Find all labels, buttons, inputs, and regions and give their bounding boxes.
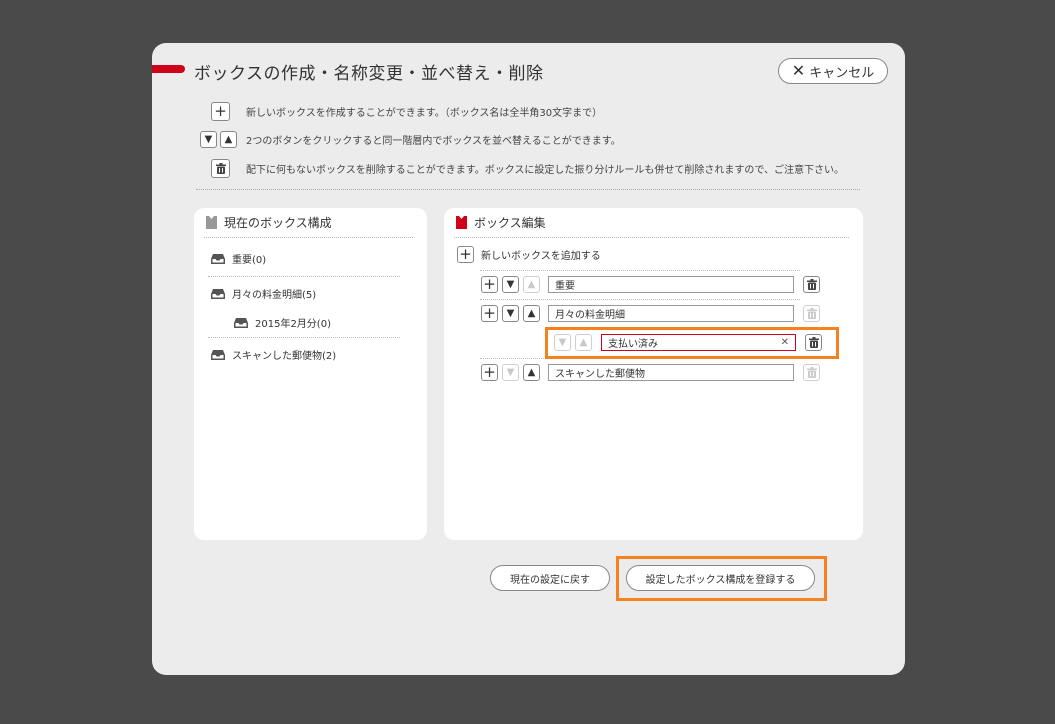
divider [480,299,800,300]
tree-item: 重要(0) [211,251,266,266]
edit-row: + ▼ ▲ 重要 [481,276,820,293]
inbox-tray-icon [211,288,225,299]
divider [208,276,400,277]
help-sort-row: ▼ ▲ 2つのボタンをクリックすると同一階層内でボックスを並べ替えることができま… [200,131,621,148]
tree-item-label: 重要(0) [232,255,267,266]
help-add-row: + 新しいボックスを作成することができます。（ボックス名は全半角30文字まで） [211,102,602,121]
plus-icon[interactable]: + [457,246,474,263]
move-down-button: ▼ [502,364,519,381]
box-name-input[interactable]: スキャンした郵便物 [548,364,794,381]
tree-item-label: 2015年2月分(0) [255,319,331,330]
add-child-button[interactable]: + [481,305,498,322]
trash-icon [806,367,817,378]
delete-button [803,364,820,381]
delete-button [803,305,820,322]
add-new-box-label: 新しいボックスを追加する [481,251,601,262]
current-structure-panel: 現在のボックス構成 重要(0) 月々の料金明細(5) 2015年2月分(0) ス… [194,208,427,540]
box-edit-panel: ボックス編集 + 新しいボックスを追加する + ▼ ▲ 重要 + ▼ ▲ 月々の… [444,208,863,540]
tree-item: 月々の料金明細(5) [211,286,316,301]
add-child-button[interactable]: + [481,276,498,293]
cancel-button[interactable]: ✕ キャンセル [778,58,888,84]
box-gray-icon [206,216,217,229]
reset-button[interactable]: 現在の設定に戻す [490,565,610,591]
focus-highlight [545,327,839,359]
tree-item: スキャンした郵便物(2) [211,347,336,362]
help-add-text: 新しいボックスを作成することができます。（ボックス名は全半角30文字まで） [246,108,603,119]
move-down-button[interactable]: ▼ [502,305,519,322]
box-edit-title: ボックス編集 [474,216,546,230]
current-structure-header: 現在のボックス構成 [206,214,332,231]
divider [208,337,400,338]
arrow-down-icon: ▼ [200,131,217,148]
help-delete-text: 配下に何もないボックスを削除することができます。ボックスに設定した振り分けルール… [246,165,844,176]
move-down-button[interactable]: ▼ [502,276,519,293]
divider [480,270,800,271]
arrow-up-icon: ▲ [220,131,237,148]
edit-row: + ▼ ▲ 月々の料金明細 [481,305,820,322]
current-structure-title: 現在のボックス構成 [224,216,332,230]
add-new-box-row[interactable]: + 新しいボックスを追加する [457,246,601,263]
divider [454,237,849,238]
cancel-label: キャンセル [809,65,875,81]
tree-item: 2015年2月分(0) [234,315,331,330]
box-edit-header: ボックス編集 [456,214,546,231]
focus-highlight [616,556,827,601]
box-red-icon [456,216,467,229]
box-name-input[interactable]: 重要 [548,276,794,293]
move-up-button: ▲ [523,276,540,293]
move-up-button[interactable]: ▲ [523,364,540,381]
trash-icon [211,159,230,178]
box-edit-dialog: ボックスの作成・名称変更・並べ替え・削除 ✕ キャンセル + 新しいボックスを作… [152,43,905,675]
delete-button[interactable] [803,276,820,293]
inbox-tray-icon [234,317,248,328]
tree-item-label: 月々の料金明細(5) [232,290,317,301]
edit-row: + ▼ ▲ スキャンした郵便物 [481,364,820,381]
trash-icon [806,279,817,290]
help-sort-text: 2つのボタンをクリックすると同一階層内でボックスを並べ替えることができます。 [246,136,621,147]
title-accent-bar [152,65,185,73]
help-delete-row: 配下に何もないボックスを削除することができます。ボックスに設定した振り分けルール… [211,159,844,178]
divider [196,189,860,190]
close-icon: ✕ [791,61,806,80]
tree-item-label: スキャンした郵便物(2) [232,351,337,362]
plus-icon: + [211,102,230,121]
box-name-input[interactable]: 月々の料金明細 [548,305,794,322]
inbox-tray-icon [211,349,225,360]
inbox-tray-icon [211,253,225,264]
divider [204,237,413,238]
move-up-button[interactable]: ▲ [523,305,540,322]
add-child-button[interactable]: + [481,364,498,381]
trash-icon [806,308,817,319]
dialog-title: ボックスの作成・名称変更・並べ替え・削除 [194,64,544,84]
